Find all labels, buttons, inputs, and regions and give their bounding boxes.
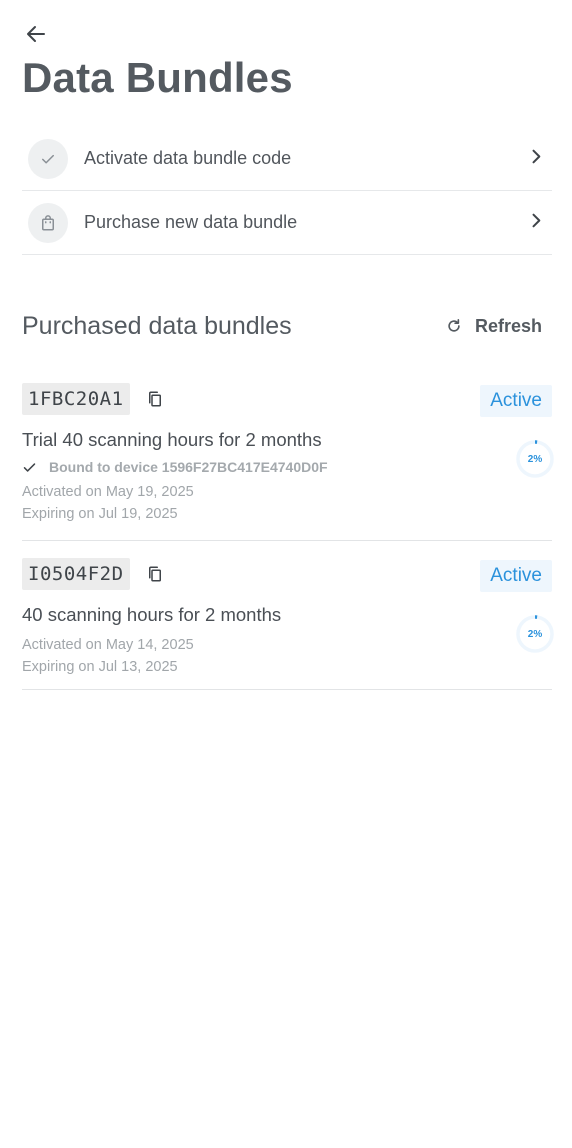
usage-percent: 2% xyxy=(527,628,543,640)
status-badge: Active xyxy=(480,560,552,592)
bundle-code-row: 1FBC20A1 xyxy=(22,383,552,415)
bound-device-text: Bound to device 1596F27BC417E4740D0F xyxy=(49,459,328,475)
bundle-code: 1FBC20A1 xyxy=(22,383,130,415)
check-icon xyxy=(23,462,36,472)
bundle-code-row: I0504F2D xyxy=(22,558,552,590)
chevron-right-icon xyxy=(526,146,546,171)
expiring-date: Expiring on Jul 19, 2025 xyxy=(22,506,178,522)
activated-date: Activated on May 14, 2025 xyxy=(22,637,194,653)
usage-progress-ring: 2% xyxy=(516,440,554,478)
activated-date: Activated on May 19, 2025 xyxy=(22,484,194,500)
data-bundles-screen: Data Bundles Activate data bundle code P… xyxy=(0,0,572,1148)
bundle-card: I0504F2D Active 40 scanning hours for 2 … xyxy=(22,558,554,690)
bound-device-row: Bound to device 1596F27BC417E4740D0F xyxy=(22,459,552,475)
check-icon xyxy=(28,138,68,179)
page-title: Data Bundles xyxy=(22,54,293,101)
arrow-left-icon xyxy=(27,26,45,42)
usage-percent: 2% xyxy=(527,453,543,465)
bundle-code: I0504F2D xyxy=(22,558,130,590)
status-badge: Active xyxy=(480,385,552,417)
bundle-name: 40 scanning hours for 2 months xyxy=(22,604,282,625)
back-button[interactable] xyxy=(22,20,50,48)
refresh-button[interactable]: Refresh xyxy=(445,316,542,337)
copy-code-button[interactable] xyxy=(146,565,164,583)
section-title: Purchased data bundles xyxy=(22,311,292,340)
refresh-icon xyxy=(448,319,460,332)
refresh-label: Refresh xyxy=(474,315,542,336)
copy-code-button[interactable] xyxy=(146,390,164,408)
usage-progress-ring: 2% xyxy=(516,615,554,653)
menu-item-label: Activate data bundle code xyxy=(84,148,292,168)
purchased-section-header: Purchased data bundles Refresh xyxy=(22,308,542,344)
bundle-card: 1FBC20A1 Active Trial 40 scanning hours … xyxy=(22,383,554,541)
activate-code-menu-item[interactable]: Activate data bundle code xyxy=(22,127,552,191)
menu-item-label: Purchase new data bundle xyxy=(84,212,298,232)
purchase-bundle-menu-item[interactable]: Purchase new data bundle xyxy=(22,191,552,255)
expiring-date: Expiring on Jul 13, 2025 xyxy=(22,659,178,675)
shopping-bag-icon xyxy=(28,202,68,243)
copy-icon xyxy=(148,391,161,407)
chevron-right-icon xyxy=(526,210,546,235)
action-menu: Activate data bundle code Purchase new d… xyxy=(22,127,552,255)
copy-icon xyxy=(148,566,161,582)
bundle-name: Trial 40 scanning hours for 2 months xyxy=(22,429,322,450)
